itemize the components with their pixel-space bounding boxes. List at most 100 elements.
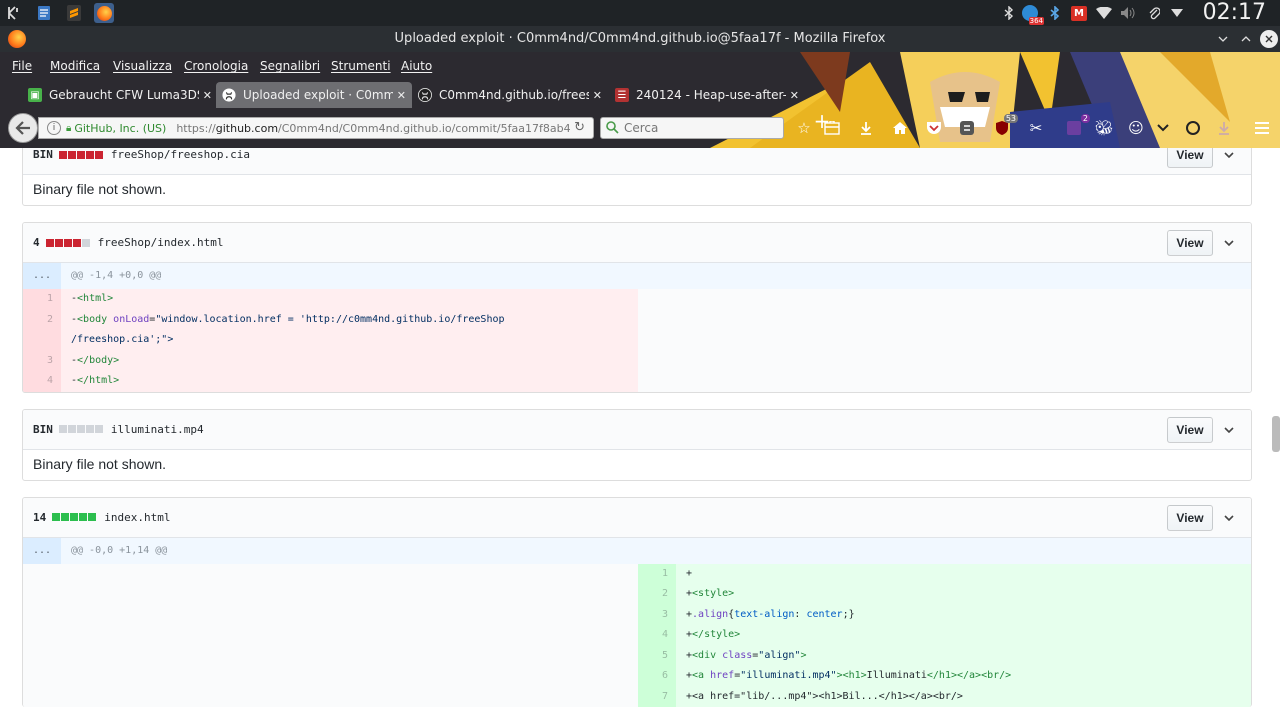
close-tab-icon[interactable]: ✕ (203, 89, 212, 102)
panel-arrow-icon[interactable] (1169, 5, 1185, 21)
maximize-icon[interactable] (1237, 30, 1255, 48)
chevron-down-icon[interactable] (1221, 148, 1237, 163)
view-file-button[interactable]: View (1167, 148, 1213, 168)
close-tab-icon[interactable]: ✕ (397, 89, 406, 102)
site-identity[interactable]: GitHub, Inc. (US) (74, 122, 166, 135)
url-bar[interactable]: i 🔒︎ GitHub, Inc. (US) https:// github.c… (38, 117, 594, 139)
line-code: +</style> (676, 625, 1251, 646)
sublime-icon[interactable] (64, 3, 84, 23)
window-titlebar[interactable]: Uploaded exploit · C0mm4nd/C0mm4nd.githu… (0, 26, 1280, 52)
tab-heap-use-after-free[interactable]: ☰ 240124 - Heap-use-after-f ✕ (609, 82, 805, 108)
pocket-icon[interactable] (924, 118, 944, 138)
volume-icon[interactable] (1120, 5, 1136, 21)
diff-line-deletion: 1 -<html> (23, 289, 638, 310)
lock-icon[interactable]: 🔒︎ (66, 123, 71, 134)
menu-cronologia[interactable]: Cronologia (184, 52, 248, 80)
line-code: -<html> (61, 289, 638, 310)
wifi-icon[interactable] (1096, 5, 1112, 21)
scrollbar-thumb[interactable] (1272, 416, 1280, 452)
diffstat-blocks (58, 425, 104, 433)
line-code: +<a href="illuminati.mp4"><h1>Illuminati… (676, 666, 1251, 687)
extension-icon[interactable]: 2 (1064, 114, 1090, 138)
line-number[interactable]: 4 (638, 625, 676, 646)
line-number[interactable]: 6 (638, 666, 676, 687)
tab-gebraucht[interactable]: ▣ Gebraucht CFW Luma3DS i ✕ (22, 82, 218, 108)
info-icon[interactable]: i (47, 121, 61, 135)
file-path[interactable]: freeShop/index.html (98, 236, 224, 249)
expand-hunk-button[interactable]: ... (23, 263, 61, 289)
menu-segnalibri[interactable]: Segnalibri (260, 52, 320, 80)
view-file-button[interactable]: View (1167, 230, 1213, 256)
view-file-button[interactable]: View (1167, 504, 1213, 531)
menu-visualizza[interactable]: Visualizza (113, 52, 172, 80)
firefox-icon[interactable] (94, 3, 114, 23)
diff-line-deletion-wrapped: /freeshop.cia';"> (23, 330, 638, 351)
search-bar[interactable]: Cerca (600, 117, 784, 139)
bluetooth-manager-icon[interactable] (1047, 5, 1063, 21)
line-number[interactable]: 3 (638, 604, 676, 625)
screenshot-icon[interactable]: ✂ (1026, 118, 1046, 138)
line-code: -</body> (61, 350, 638, 371)
menu-file[interactable]: File (12, 52, 32, 80)
clock[interactable]: 02:17 (1203, 0, 1266, 26)
file-header: BIN illuminati.mp4 View (23, 409, 1251, 450)
menu-strumenti[interactable]: Strumenti (331, 52, 391, 80)
line-code: -<body onLoad="window.location.href = 'h… (61, 309, 638, 330)
gmail-icon[interactable]: M (1071, 5, 1087, 21)
line-number[interactable]: 7 (638, 686, 676, 707)
kde-menu-icon[interactable] (4, 3, 24, 23)
close-tab-icon[interactable]: ✕ (790, 89, 799, 102)
minimize-icon[interactable] (1214, 30, 1232, 48)
ublock-badge: 53 (1003, 114, 1018, 123)
reload-icon[interactable]: ↻ (574, 120, 585, 135)
diff-right-side-empty (638, 289, 1251, 392)
line-number[interactable]: 2 (23, 309, 61, 330)
diff-line-deletion: 3 -</body> (23, 350, 638, 371)
text-editor-icon[interactable] (34, 3, 54, 23)
close-tab-icon[interactable]: ✕ (593, 89, 602, 102)
chevron-down-icon[interactable] (1221, 422, 1237, 438)
bookmark-star-icon[interactable]: ☆ (794, 118, 814, 138)
ublock-icon[interactable]: 53 (992, 114, 1018, 138)
face-icon[interactable]: ☺ (1126, 118, 1146, 138)
line-number[interactable]: 5 (638, 645, 676, 666)
home-icon[interactable] (890, 118, 910, 138)
notifications-icon[interactable]: 364 (1022, 5, 1044, 25)
diff-left-side: 1 -<html> 2 -<body onLoad="window.locati… (23, 289, 638, 392)
menu-aiuto[interactable]: Aiuto (401, 52, 432, 80)
chevron-down-icon[interactable] (1221, 235, 1237, 251)
paperclip-icon[interactable] (1146, 5, 1162, 21)
line-number[interactable]: 4 (23, 371, 61, 392)
file-path[interactable]: freeShop/freeshop.cia (111, 148, 250, 161)
pocket-list-icon[interactable] (1153, 118, 1173, 138)
file-path[interactable]: illuminati.mp4 (111, 423, 204, 436)
line-number[interactable]: 1 (23, 289, 61, 310)
line-number[interactable]: 2 (638, 584, 676, 605)
sync-icon[interactable] (957, 118, 977, 138)
url-host: github.com (215, 121, 279, 135)
os-top-panel: 364 M 02:17 (0, 0, 1280, 26)
search-engine-icon[interactable] (605, 120, 619, 137)
hub-icon[interactable] (1183, 118, 1203, 138)
bookmarks-menu-icon[interactable] (822, 118, 842, 138)
tab-c0mm4nd-github[interactable]: C0mm4nd.github.io/freesh ✕ (412, 82, 608, 108)
download-icon[interactable] (856, 118, 876, 138)
downloads-arrow-icon[interactable] (1214, 118, 1234, 138)
line-code: +<a href="lib/...mp4"><h1>Bil...</h1></a… (676, 686, 1251, 707)
menu-modifica[interactable]: Modifica (50, 52, 100, 80)
tab-uploaded-exploit[interactable]: Uploaded exploit · C0mm4n ✕ (216, 82, 412, 108)
line-number[interactable]: 3 (23, 350, 61, 371)
bee-icon[interactable]: 🐝︎ (1094, 118, 1114, 138)
line-code: +<div class="align"> (676, 645, 1251, 666)
expand-hunk-button[interactable]: ... (23, 537, 61, 564)
line-number[interactable]: 1 (638, 563, 676, 584)
close-window-icon[interactable] (1260, 30, 1278, 48)
back-button[interactable] (8, 113, 38, 143)
view-file-button[interactable]: View (1167, 416, 1213, 443)
chevron-down-icon[interactable] (1221, 510, 1237, 526)
bluetooth-icon[interactable] (1001, 5, 1017, 21)
navigation-bar: i 🔒︎ GitHub, Inc. (US) https:// github.c… (0, 108, 1280, 148)
line-code: /freeshop.cia';"> (61, 330, 638, 351)
file-path[interactable]: index.html (104, 511, 170, 524)
hamburger-menu-icon[interactable] (1252, 118, 1272, 138)
